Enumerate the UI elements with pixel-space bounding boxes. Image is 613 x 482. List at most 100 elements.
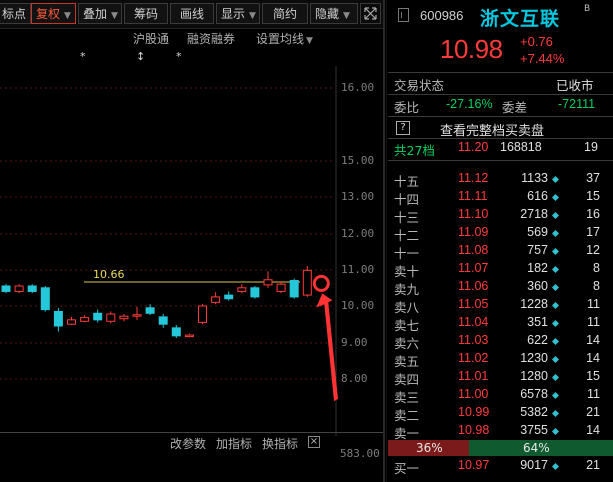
candle[interactable] [80,315,90,323]
candle[interactable] [237,284,247,294]
candle[interactable] [106,311,116,324]
ask-level: 卖八 [394,300,420,315]
ask-volume: 5382 [520,405,548,419]
event-marker[interactable]: ↕ [136,50,145,63]
toolbar-overlay-button[interactable]: 叠加 ▼ [78,3,122,24]
price-axis-tick: 9.00 [341,336,368,349]
chevron-down-icon: ▼ [249,11,256,21]
ask-row[interactable]: 卖六 11.03 622 14 [388,333,613,351]
candle[interactable] [276,281,286,294]
candle[interactable] [250,285,260,299]
price-axis-tick: 8.00 [341,372,368,385]
ask-row[interactable]: 卖八 11.05 1228 11 [388,297,613,315]
margin-trading-link[interactable]: 融资融券 [187,30,235,47]
diamond-icon [551,283,560,292]
candle[interactable] [119,314,129,322]
ask-row[interactable]: 卖三 11.00 6578 11 [388,387,613,405]
ask-count: 14 [586,333,600,347]
ask-row[interactable]: 十五 11.12 1133 37 [388,171,613,189]
candle[interactable] [211,292,221,305]
candle[interactable] [171,324,181,339]
candle[interactable] [198,304,207,325]
help-icon[interactable]: ? [396,121,410,135]
candle[interactable] [224,291,234,301]
bid-count: 21 [586,458,600,472]
price-axis-tick: 12.00 [341,227,375,240]
add-indicator-link[interactable]: 加指标 [216,435,252,452]
candle[interactable] [289,278,299,299]
toolbar-chips-button[interactable]: 筹码 [124,3,168,24]
ask-volume: 2718 [520,207,548,221]
ask-level: 卖十 [394,264,420,279]
bid-row[interactable]: 买一 10.97 9017 21 [388,458,613,476]
ask-row[interactable]: 卖十 11.07 182 8 [388,261,613,279]
candle-body [14,285,24,292]
order-ratio-row: 委比 -27.16% 委差 -72111 [388,97,613,115]
candle[interactable] [53,307,63,332]
candle[interactable] [67,316,76,325]
ask-price: 11.10 [458,207,489,221]
price-line-label: 10.66 [93,268,125,281]
toolbar-adjust-button[interactable]: 复权 ▼ [31,3,76,24]
candle[interactable] [27,284,37,294]
candle[interactable] [132,306,142,320]
ask-row[interactable]: 十一 11.08 757 12 [388,243,613,261]
diamond-icon [551,265,560,274]
price-axis-tick: 10.00 [341,299,375,312]
kline-chart[interactable]: 10.66 [0,66,383,436]
watchlist-icon[interactable] [398,8,409,22]
toolbar-draw-label: 画线 [179,7,204,21]
toolbar-display-label: 显示 [221,7,246,21]
expand-icon[interactable] [360,3,381,24]
switch-indicator-link[interactable]: 换指标 [262,435,298,452]
order-ratio-value: -27.16% [446,97,493,111]
candle[interactable] [158,314,168,328]
ma-settings-link[interactable]: 设置均线 ▼ [256,30,313,47]
toolbar-simple-button[interactable]: 简约 [262,3,308,24]
ask-price: 11.12 [458,171,489,185]
ask-row[interactable]: 卖九 11.06 360 8 [388,279,613,297]
change-params-link[interactable]: 改参数 [170,435,206,452]
ask-row[interactable]: 卖二 10.99 5382 21 [388,405,613,423]
hgt-link[interactable]: 沪股通 [133,30,169,47]
ask-row[interactable]: 十四 11.11 616 15 [388,189,613,207]
candle[interactable] [263,271,273,288]
panel-divider[interactable] [383,0,385,482]
diamond-icon [551,427,560,436]
panel-divider-shadow [386,0,387,482]
toolbar-draw-button[interactable]: 画线 [170,3,214,24]
ask-level: 卖七 [394,318,420,333]
ask-count: 17 [586,225,600,239]
ask-count: 15 [586,369,600,383]
candle[interactable] [184,333,194,338]
toolbar-chips-label: 筹码 [133,7,158,21]
ask-row[interactable]: 十三 11.10 2718 16 [388,207,613,225]
full-book-link[interactable]: 查看完整档买卖盘 [440,120,544,139]
ask-level: 卖二 [394,408,420,423]
ask-price: 11.04 [458,315,489,329]
ask-row[interactable]: 卖七 11.04 351 11 [388,315,613,333]
event-marker[interactable]: * [80,50,86,63]
book-summary-label: 共27档 [394,143,435,158]
ask-price: 11.01 [458,369,489,383]
close-icon[interactable]: × [308,436,320,448]
ask-row[interactable]: 卖一 10.98 3755 14 [388,423,613,441]
ask-row[interactable]: 十二 11.09 569 17 [388,225,613,243]
candle[interactable] [145,304,155,316]
candle-body [184,334,194,338]
ask-row[interactable]: 卖四 11.01 1280 15 [388,369,613,387]
candle[interactable] [93,309,103,323]
toolbar-display-button[interactable]: 显示 ▼ [216,3,260,24]
candle[interactable] [14,284,24,294]
ask-price: 11.02 [458,351,489,365]
ask-row[interactable]: 卖五 11.02 1230 14 [388,351,613,369]
candle-body [53,310,63,327]
candle[interactable] [1,284,11,294]
toolbar-hide-button[interactable]: 隐藏 ▼ [310,3,358,24]
candle-body [302,269,312,296]
candle[interactable] [40,285,50,312]
candle[interactable] [302,265,312,297]
candle-body [119,315,129,320]
toolbar-mark-button[interactable]: 标点 [0,3,31,24]
event-marker[interactable]: * [176,50,182,63]
